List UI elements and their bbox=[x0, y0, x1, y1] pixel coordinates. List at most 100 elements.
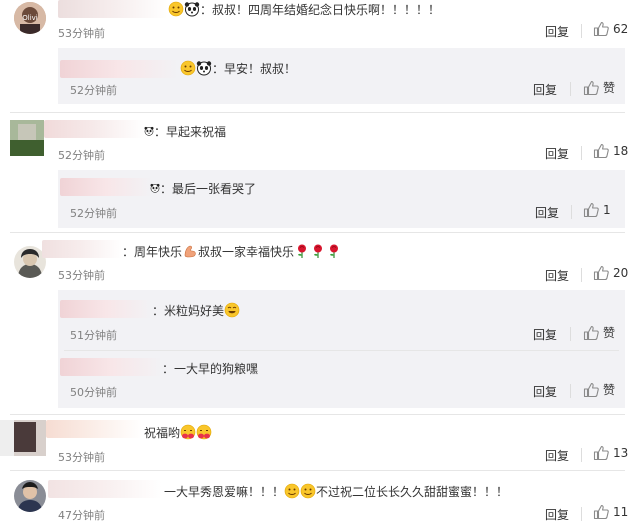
thumb-up-icon bbox=[583, 325, 599, 341]
avatar[interactable]: Olivi bbox=[14, 2, 46, 34]
like-button[interactable]: 赞 bbox=[583, 79, 615, 96]
avatar-initial: Olivi bbox=[22, 14, 38, 22]
avatar[interactable] bbox=[14, 480, 46, 512]
reply-row: ：米粒妈好美 51分钟前 回复 赞 bbox=[0, 290, 633, 350]
comment-time: 53分钟前 bbox=[58, 27, 105, 40]
rose-icon bbox=[310, 243, 326, 259]
comment-time: 53分钟前 bbox=[58, 451, 105, 464]
divider bbox=[581, 146, 582, 160]
username-blurred[interactable] bbox=[44, 120, 144, 138]
like-count: 赞 bbox=[603, 383, 616, 397]
like-button[interactable]: 13 bbox=[593, 445, 628, 461]
username-blurred[interactable] bbox=[60, 178, 152, 196]
panda-icon bbox=[184, 1, 200, 17]
thumb-up-icon bbox=[583, 202, 599, 218]
comment-time: 47分钟前 bbox=[58, 509, 105, 522]
smile-icon bbox=[180, 60, 196, 76]
reply-button[interactable]: 回复 bbox=[545, 447, 569, 464]
comment-body: ：一大早的狗粮嘿 bbox=[162, 362, 259, 376]
like-button[interactable]: 赞 bbox=[583, 381, 615, 398]
username-blurred[interactable] bbox=[60, 358, 162, 376]
comment-body: ：米粒妈好美 bbox=[152, 304, 225, 318]
like-count: 赞 bbox=[603, 81, 616, 95]
reply-row: ：一大早的狗粮嘿 50分钟前 回复 赞 bbox=[0, 350, 633, 408]
comment-row: ：周年快乐 叔叔一家幸福快乐 53分钟前 回复 20 bbox=[0, 236, 633, 286]
username-blurred[interactable] bbox=[60, 60, 178, 78]
comment-text: ：米粒妈好美 bbox=[152, 302, 240, 319]
divider bbox=[581, 268, 582, 282]
comment-body: ：最后一张看哭了 bbox=[160, 182, 257, 196]
laugh-icon bbox=[224, 302, 240, 318]
like-button[interactable]: 11 bbox=[593, 504, 628, 520]
comment-body-2: 叔叔一家幸福快乐 bbox=[198, 245, 295, 259]
divider bbox=[570, 82, 571, 96]
smile-icon bbox=[284, 483, 300, 499]
like-count: 20 bbox=[613, 266, 629, 280]
reply-button[interactable]: 回复 bbox=[533, 383, 557, 400]
thumb-up-icon bbox=[593, 265, 609, 281]
like-count: 11 bbox=[613, 505, 629, 519]
panda-icon bbox=[196, 60, 212, 76]
comment-time: 53分钟前 bbox=[58, 269, 105, 282]
comment-text: ：早起来祝福 bbox=[144, 123, 226, 140]
panda-icon bbox=[144, 123, 154, 139]
comment-text: 一大早秀恩爱嘛！！！ 不过祝二位长长久久甜甜蜜蜜！！！ bbox=[164, 483, 508, 500]
like-button[interactable]: 1 bbox=[583, 202, 611, 218]
comment-row: ：早起来祝福 52分钟前 回复 18 bbox=[0, 116, 633, 164]
like-button[interactable]: 赞 bbox=[583, 324, 615, 341]
comment-body: ：周年快乐 bbox=[122, 245, 183, 259]
reply-button[interactable]: 回复 bbox=[533, 81, 557, 98]
reply-button[interactable]: 回复 bbox=[545, 267, 569, 284]
smile-icon bbox=[168, 1, 184, 17]
username-blurred[interactable] bbox=[46, 420, 142, 438]
comment-body: ：叔叔！四周年结婚纪念日快乐啊！！！！！ bbox=[200, 3, 441, 17]
comment-time: 51分钟前 bbox=[70, 329, 117, 342]
comment-body: 一大早秀恩爱嘛！！！ bbox=[164, 485, 285, 499]
kiss-icon bbox=[180, 424, 196, 440]
avatar[interactable] bbox=[0, 420, 46, 456]
row-divider bbox=[10, 232, 625, 233]
reply-button[interactable]: 回复 bbox=[535, 204, 559, 221]
divider bbox=[571, 205, 572, 219]
comment-row: 祝福哟 53分钟前 回复 13 bbox=[0, 418, 633, 464]
thumb-up-icon bbox=[583, 80, 599, 96]
username-blurred[interactable] bbox=[48, 480, 162, 498]
comment-body-2: 不过祝二位长长久久甜甜蜜蜜！！！ bbox=[316, 485, 509, 499]
comment-text: ：叔叔！四周年结婚纪念日快乐啊！！！！！ bbox=[168, 1, 440, 18]
avatar[interactable] bbox=[10, 120, 44, 156]
thumb-up-icon bbox=[593, 504, 609, 520]
like-button[interactable]: 62 bbox=[593, 21, 628, 37]
thumb-up-icon bbox=[593, 445, 609, 461]
panda-icon bbox=[150, 180, 160, 196]
like-button[interactable]: 20 bbox=[593, 265, 628, 281]
divider bbox=[570, 327, 571, 341]
thumb-up-icon bbox=[593, 143, 609, 159]
rose-icon bbox=[326, 243, 342, 259]
reply-button[interactable]: 回复 bbox=[545, 145, 569, 162]
comment-row: Olivi ：叔叔！四周年结婚纪念日快乐啊！！！！！ 53分钟前 回复 62 bbox=[0, 0, 633, 46]
username-blurred[interactable] bbox=[58, 0, 168, 18]
divider bbox=[570, 384, 571, 398]
comment-text: ：周年快乐 叔叔一家幸福快乐 bbox=[122, 243, 342, 260]
like-count: 13 bbox=[613, 446, 629, 460]
reply-button[interactable]: 回复 bbox=[545, 23, 569, 40]
username-blurred[interactable] bbox=[60, 300, 152, 318]
like-count: 62 bbox=[613, 22, 629, 36]
flex-icon bbox=[182, 243, 198, 259]
divider bbox=[581, 24, 582, 38]
comment-body: 祝福哟 bbox=[144, 426, 181, 440]
like-count: 1 bbox=[603, 203, 611, 217]
divider bbox=[581, 448, 582, 462]
divider bbox=[581, 507, 582, 521]
row-divider bbox=[10, 414, 625, 415]
reply-button[interactable]: 回复 bbox=[545, 506, 569, 523]
username-blurred[interactable] bbox=[42, 240, 122, 258]
row-divider bbox=[10, 470, 625, 471]
reply-button[interactable]: 回复 bbox=[533, 326, 557, 343]
like-button[interactable]: 18 bbox=[593, 143, 628, 159]
comment-text: 祝福哟 bbox=[144, 424, 212, 441]
comment-body: ：早安！叔叔！ bbox=[212, 62, 297, 76]
reply-row: ：最后一张看哭了 52分钟前 回复 1 bbox=[0, 170, 633, 228]
like-count: 18 bbox=[613, 144, 629, 158]
thumb-up-icon bbox=[583, 382, 599, 398]
